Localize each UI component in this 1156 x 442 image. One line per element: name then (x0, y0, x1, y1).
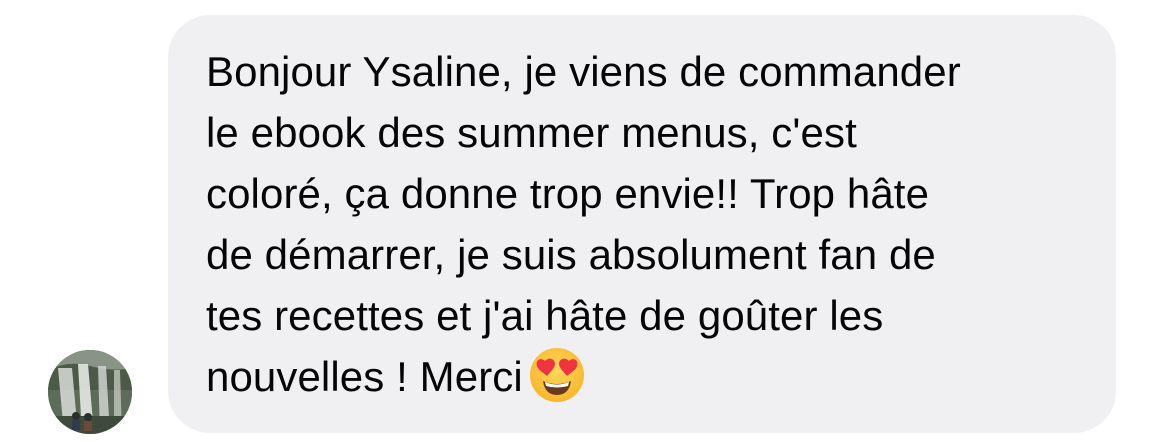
heart-eyes-emoji-icon (529, 347, 585, 403)
message-line: le ebook des summer menus, c'est (206, 109, 857, 156)
message-line: nouvelles ! Merci (206, 353, 523, 400)
message-line: tes recettes et j'ai hâte de goûter les (206, 292, 884, 339)
sender-avatar[interactable] (48, 350, 132, 434)
message-text: Bonjour Ysaline, je viens de commander l… (206, 41, 1076, 407)
message-line: coloré, ça donne trop envie!! Trop hâte (206, 170, 930, 217)
message-line: de démarrer, je suis absolument fan de (206, 231, 936, 278)
message-line: Bonjour Ysaline, je viens de commander (206, 48, 961, 95)
message-bubble[interactable]: Bonjour Ysaline, je viens de commander l… (168, 15, 1116, 433)
message-row: Bonjour Ysaline, je viens de commander l… (0, 0, 1156, 442)
waterfall-photo (48, 350, 132, 434)
message-line-last: nouvelles ! Merci (206, 346, 1076, 407)
